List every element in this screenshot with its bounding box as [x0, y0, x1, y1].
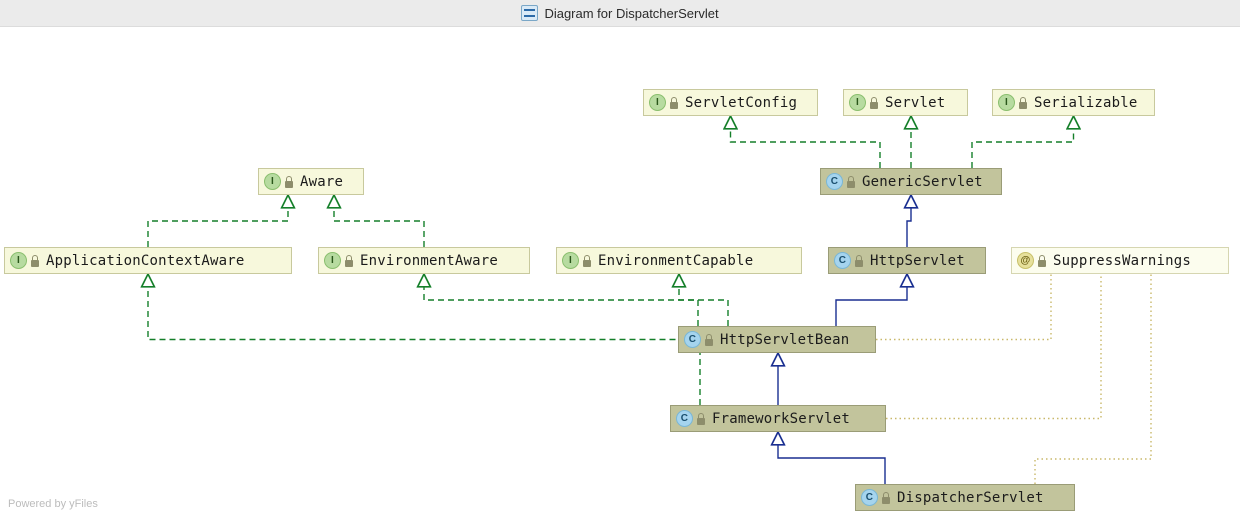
node-label: HttpServlet	[870, 253, 965, 269]
class-badge-icon: C	[826, 173, 843, 190]
node-FrameworkServlet[interactable]: C FrameworkServlet	[670, 405, 886, 432]
node-label: HttpServletBean	[720, 332, 849, 348]
node-label: Aware	[300, 174, 343, 190]
node-HttpServlet[interactable]: C HttpServlet	[828, 247, 986, 274]
node-EnvironmentCapable[interactable]: I EnvironmentCapable	[556, 247, 802, 274]
edge-FrameworkServlet-to-ApplicationContextAware	[148, 274, 700, 405]
interface-badge-icon: I	[849, 94, 866, 111]
lock-icon	[1018, 97, 1028, 109]
interface-badge-icon: I	[10, 252, 27, 269]
lock-icon	[30, 255, 40, 267]
node-label: DispatcherServlet	[897, 490, 1044, 506]
lock-icon	[846, 176, 856, 188]
edge-DispatcherServlet-to-SuppressWarnings	[1035, 274, 1151, 484]
interface-badge-icon: I	[264, 173, 281, 190]
edge-EnvironmentAware-to-Aware	[334, 195, 424, 247]
interface-badge-icon: I	[998, 94, 1015, 111]
node-SuppressWarnings[interactable]: @ SuppressWarnings	[1011, 247, 1229, 274]
lock-icon	[881, 492, 891, 504]
title-text: Diagram for DispatcherServlet	[544, 6, 718, 21]
lock-icon	[854, 255, 864, 267]
node-Aware[interactable]: I Aware	[258, 168, 364, 195]
lock-icon	[704, 334, 714, 346]
lock-icon	[284, 176, 294, 188]
lock-icon	[582, 255, 592, 267]
node-label: SuppressWarnings	[1053, 253, 1191, 269]
node-label: FrameworkServlet	[712, 411, 850, 427]
diagram-icon	[521, 5, 538, 21]
edge-GenericServlet-to-Serializable	[972, 116, 1074, 168]
node-DispatcherServlet[interactable]: C DispatcherServlet	[855, 484, 1075, 511]
edge-HttpServletBean-to-SuppressWarnings	[876, 274, 1051, 340]
class-badge-icon: C	[861, 489, 878, 506]
footer-credit: Powered by yFiles	[8, 498, 98, 510]
edge-HttpServletBean-to-HttpServlet	[836, 274, 907, 326]
node-EnvironmentAware[interactable]: I EnvironmentAware	[318, 247, 530, 274]
edge-HttpServlet-to-GenericServlet	[907, 195, 911, 247]
lock-icon	[344, 255, 354, 267]
node-label: EnvironmentCapable	[598, 253, 753, 269]
edge-HttpServletBean-to-EnvironmentAware	[424, 274, 698, 326]
diagram-canvas[interactable]: I ServletConfig I Servlet I Serializable C Gene…	[0, 27, 1240, 514]
annotation-badge-icon: @	[1017, 252, 1034, 269]
node-label: EnvironmentAware	[360, 253, 498, 269]
node-ServletConfig[interactable]: I ServletConfig	[643, 89, 818, 116]
edge-FrameworkServlet-to-SuppressWarnings	[886, 274, 1101, 419]
title-bar: Diagram for DispatcherServlet	[0, 0, 1240, 27]
node-label: ApplicationContextAware	[46, 253, 244, 269]
node-HttpServletBean[interactable]: C HttpServletBean	[678, 326, 876, 353]
lock-icon	[696, 413, 706, 425]
interface-badge-icon: I	[324, 252, 341, 269]
node-Servlet[interactable]: I Servlet	[843, 89, 968, 116]
lock-icon	[1037, 255, 1047, 267]
node-Serializable[interactable]: I Serializable	[992, 89, 1155, 116]
edge-DispatcherServlet-to-FrameworkServlet	[778, 432, 885, 484]
node-label: Serializable	[1034, 95, 1138, 111]
class-badge-icon: C	[676, 410, 693, 427]
node-label: Servlet	[885, 95, 945, 111]
class-badge-icon: C	[684, 331, 701, 348]
lock-icon	[669, 97, 679, 109]
class-badge-icon: C	[834, 252, 851, 269]
node-label: GenericServlet	[862, 174, 983, 190]
node-GenericServlet[interactable]: C GenericServlet	[820, 168, 1002, 195]
edge-HttpServletBean-to-EnvironmentCapable	[679, 274, 728, 326]
interface-badge-icon: I	[649, 94, 666, 111]
node-label: ServletConfig	[685, 95, 797, 111]
lock-icon	[869, 97, 879, 109]
node-ApplicationContextAware[interactable]: I ApplicationContextAware	[4, 247, 292, 274]
edge-ApplicationContextAware-to-Aware	[148, 195, 288, 247]
edge-GenericServlet-to-ServletConfig	[731, 116, 881, 168]
interface-badge-icon: I	[562, 252, 579, 269]
